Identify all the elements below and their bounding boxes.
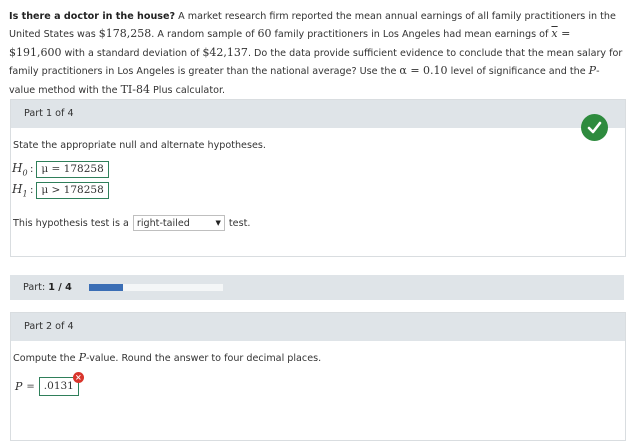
- p-value-input[interactable]: .0131 ×: [38, 372, 84, 396]
- h1-symbol: H1: [12, 182, 28, 199]
- progress-label: Part: 1 / 4: [23, 282, 72, 293]
- p-value-label: P: [15, 380, 23, 393]
- alpha-level: α = 0.10: [399, 64, 448, 78]
- test-type-suffix: test.: [228, 217, 251, 229]
- part2-panel: Part 2 of 4: [10, 312, 626, 441]
- test-type-select[interactable]: right-tailed ▼: [132, 215, 225, 231]
- problem-statement: Is there a doctor in the house? A market…: [9, 11, 623, 96]
- h0-symbol: H0: [12, 161, 28, 178]
- test-type-prefix: This hypothesis test is a: [13, 217, 129, 229]
- part1-instruction: State the appropriate null and alternate…: [13, 140, 266, 151]
- null-hypothesis-field[interactable]: μ = 178258: [36, 161, 109, 178]
- null-hypothesis-row: H0 : μ = 178258: [12, 161, 109, 178]
- part1-title: Part 1 of 4: [24, 108, 74, 119]
- progress-track: [89, 284, 223, 291]
- progress-fill: [89, 284, 123, 291]
- calculator-name: TI-84: [120, 82, 150, 96]
- error-x-icon: ×: [72, 372, 84, 383]
- part2-header: Part 2 of 4: [11, 313, 625, 341]
- p-value-row: P = .0131 ×: [15, 372, 84, 396]
- checkmark-icon: [581, 114, 608, 141]
- dropdown-arrow-icon: ▼: [215, 219, 221, 227]
- national-mean: $178,258: [98, 27, 152, 41]
- test-type-row: This hypothesis test is a right-tailed ▼…: [13, 215, 250, 231]
- sample-size: 60: [257, 27, 272, 41]
- progress-bar-row: Part: 1 / 4: [10, 275, 624, 300]
- alt-hypothesis-row: H1 : μ > 178258: [12, 182, 109, 199]
- part1-header: Part 1 of 4: [11, 100, 625, 128]
- part2-title: Part 2 of 4: [24, 321, 74, 332]
- test-type-value: right-tailed: [136, 217, 190, 229]
- p-value-text: .0131: [43, 380, 74, 392]
- std-dev: $42,137: [202, 45, 248, 59]
- alt-hypothesis-field[interactable]: μ > 178258: [36, 182, 109, 199]
- part2-instruction: Compute the P-value. Round the answer to…: [13, 351, 322, 364]
- part1-panel: Part 1 of 4: [10, 99, 626, 257]
- problem-lead: Is there a doctor in the house?: [9, 11, 176, 22]
